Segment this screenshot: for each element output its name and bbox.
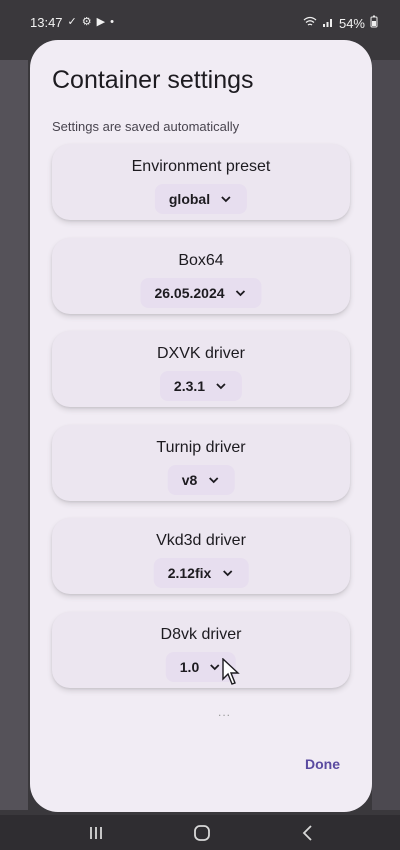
home-icon[interactable] [190, 821, 214, 845]
chevron-down-icon [210, 664, 220, 671]
background-left [0, 60, 28, 810]
wifi-icon [303, 16, 317, 32]
mouse-cursor-icon [222, 658, 240, 685]
status-time: 13:47 [30, 15, 63, 30]
dropdown-value: 2.3.1 [173, 378, 206, 394]
youtube-icon: ▶ [96, 16, 106, 28]
chevron-down-icon [221, 196, 231, 203]
settings-list[interactable]: Environment preset global Box64 26.05.20… [30, 140, 372, 725]
vkd3d-driver-dropdown[interactable]: 2.12fix [153, 558, 249, 588]
turnip-driver-dropdown[interactable]: v8 [167, 465, 235, 495]
dot-icon: • [110, 16, 114, 28]
status-left: 13:47 ✓ ⚙ ▶ • [30, 15, 114, 30]
dialog-subtitle: Settings are saved automatically [52, 119, 240, 134]
dropdown-value: 2.12fix [167, 565, 212, 581]
setting-label: Turnip driver [156, 439, 246, 456]
status-right: 54% [303, 15, 378, 32]
dropdown-value: v8 [181, 472, 198, 488]
setting-d8vk-driver: D8vk driver 1.0 [52, 612, 350, 688]
setting-label: DXVK driver [156, 345, 246, 362]
dialog-title: Container settings [52, 66, 254, 94]
battery-icon [370, 15, 378, 32]
done-button[interactable]: Done [305, 756, 340, 772]
setting-label: D8vk driver [160, 626, 242, 643]
chevron-down-icon [216, 383, 226, 390]
navigation-bar [0, 815, 400, 850]
setting-label: Box64 [178, 252, 224, 269]
container-settings-dialog: Container settings Settings are saved au… [30, 40, 372, 812]
status-bar: 13:47 ✓ ⚙ ▶ • 54% [0, 0, 400, 44]
setting-vkd3d-driver: Vkd3d driver 2.12fix [52, 518, 350, 594]
chevron-down-icon [222, 570, 232, 577]
check-icon: ✓ [67, 16, 77, 28]
setting-dxvk-driver: DXVK driver 2.3.1 [52, 331, 350, 407]
environment-preset-dropdown[interactable]: global [154, 184, 248, 214]
back-icon[interactable] [296, 821, 320, 845]
background-right [372, 60, 400, 810]
gear-icon: ⚙ [81, 16, 92, 28]
recents-icon[interactable] [84, 821, 108, 845]
signal-icon [322, 16, 334, 32]
dropdown-value: 1.0 [179, 659, 200, 675]
setting-environment-preset: Environment preset global [52, 144, 350, 220]
dropdown-value: 26.05.2024 [154, 285, 225, 301]
box64-dropdown[interactable]: 26.05.2024 [140, 278, 262, 308]
dxvk-driver-dropdown[interactable]: 2.3.1 [159, 371, 243, 401]
battery-percent: 54% [338, 16, 365, 31]
more-indicator: ... [218, 705, 232, 719]
dropdown-value: global [168, 191, 211, 207]
chevron-down-icon [208, 477, 218, 484]
setting-label: Environment preset [131, 158, 271, 175]
setting-label: Vkd3d driver [156, 532, 246, 549]
setting-box64: Box64 26.05.2024 [52, 238, 350, 314]
chevron-down-icon [235, 290, 246, 297]
setting-turnip-driver: Turnip driver v8 [52, 425, 350, 501]
